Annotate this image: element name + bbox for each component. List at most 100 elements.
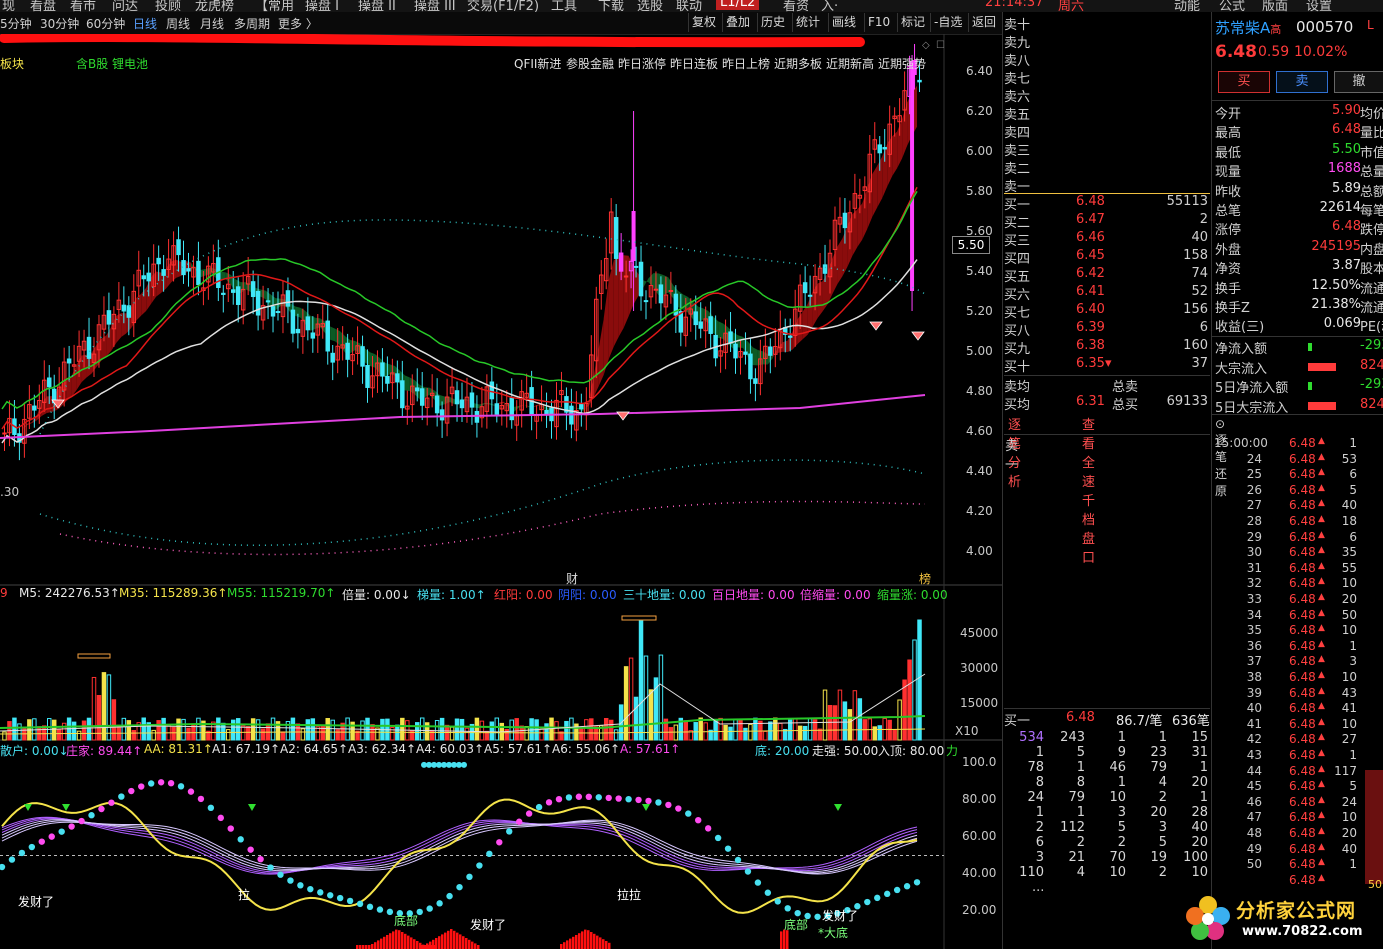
toolbar-button[interactable]: 标记 bbox=[897, 13, 928, 32]
top-menu-item[interactable]: 下载 bbox=[598, 0, 624, 12]
rank-mark[interactable]: 榜 bbox=[919, 570, 931, 587]
concept-tag[interactable]: 参股金融 bbox=[566, 55, 614, 72]
period-tab[interactable]: 月线 bbox=[200, 15, 224, 32]
candle-body bbox=[395, 373, 400, 383]
toolbar-button[interactable]: 返回 bbox=[968, 13, 999, 32]
block-tag-lithium[interactable]: 锂电池 bbox=[112, 55, 148, 72]
trend-ribbon bbox=[752, 347, 758, 366]
top-menu-item[interactable]: 投顾 bbox=[155, 0, 181, 12]
top-menu-item[interactable]: 龙虎榜 bbox=[195, 0, 234, 12]
top-menu-item[interactable]: 看盘 bbox=[30, 0, 56, 12]
sell-button[interactable]: 卖 bbox=[1276, 71, 1328, 93]
sell-level-row[interactable]: 卖八 bbox=[1004, 50, 1210, 69]
queue-cell: 8 bbox=[1035, 775, 1044, 790]
top-menu-item[interactable]: 交易(F1/F2) bbox=[467, 0, 539, 12]
toolbar-button[interactable]: 统计 bbox=[792, 13, 823, 32]
top-menu-item[interactable]: 操盘 I bbox=[305, 0, 339, 12]
period-tab[interactable]: 更多 〉 bbox=[278, 15, 318, 32]
toolbar-button[interactable]: 叠加 bbox=[722, 13, 753, 32]
top-menu-item[interactable]: 联动 bbox=[676, 0, 702, 12]
buy-level-row[interactable]: 买八 6.39 6 bbox=[1004, 320, 1210, 339]
buy-level-row[interactable]: 买五 6.42 74 bbox=[1004, 266, 1210, 285]
quote-right-label: 流通Z bbox=[1360, 301, 1383, 316]
full-orderbook-link[interactable]: 查看全速千档盘口 bbox=[1082, 414, 1095, 566]
concept-tag[interactable]: QFII新进 bbox=[514, 55, 561, 72]
concept-tag[interactable]: 昨日上榜 bbox=[722, 55, 770, 72]
toolbar-button[interactable]: 复权 bbox=[688, 13, 719, 32]
up-arrow-icon: ▲ bbox=[1318, 482, 1325, 493]
top-menu-item[interactable]: L1/L2 bbox=[716, 0, 760, 10]
concept-tag[interactable]: 近期强势 bbox=[878, 55, 926, 72]
top-menu-item[interactable]: 周六 bbox=[1058, 0, 1084, 12]
top-menu-item[interactable]: 问达 bbox=[112, 0, 138, 12]
orderbook-divider bbox=[1004, 434, 1210, 435]
volume-bar bbox=[76, 730, 82, 741]
tick-row: 47 6.48 ▲ 10 bbox=[1214, 810, 1383, 826]
kline-chart-area[interactable]: ◇ ☐ bbox=[0, 34, 1004, 949]
up-arrow-icon: ▲ bbox=[1318, 685, 1325, 696]
top-menu-item[interactable]: 版面 bbox=[1262, 0, 1288, 12]
signal-label: 底部 bbox=[784, 918, 809, 932]
toolbar-button[interactable]: -自选 bbox=[930, 13, 965, 32]
buy-level-volume: 156 bbox=[1183, 302, 1208, 317]
top-menu-item[interactable]: 看资 bbox=[783, 0, 809, 12]
buy-button[interactable]: 买 bbox=[1218, 71, 1270, 93]
period-tab[interactable]: 30分钟 bbox=[40, 15, 79, 32]
top-menu-item[interactable]: 【常用 bbox=[255, 0, 294, 12]
concept-tag[interactable]: 昨日连板 bbox=[670, 55, 718, 72]
volume-bar bbox=[454, 718, 460, 741]
top-menu-item[interactable]: 设置 bbox=[1306, 0, 1332, 12]
buy-level-row[interactable]: 买二 6.47 2 bbox=[1004, 212, 1210, 231]
buy-level-row[interactable]: 买六 6.41 52 bbox=[1004, 284, 1210, 303]
concept-tag[interactable]: 昨日涨停 bbox=[618, 55, 666, 72]
buy-level-row[interactable]: 买九 6.38 160 bbox=[1004, 338, 1210, 357]
toolbar-button[interactable]: F10 bbox=[864, 13, 893, 32]
period-tab[interactable]: 多周期 bbox=[234, 15, 270, 32]
expand-icon[interactable]: ◇ bbox=[922, 40, 930, 51]
close-icon[interactable]: ☐ bbox=[936, 40, 945, 51]
top-menu-item[interactable]: 动能 bbox=[1174, 0, 1200, 12]
sell-level-row[interactable]: 卖九 bbox=[1004, 32, 1210, 51]
buy-level-row[interactable]: 买一 6.48 55113 bbox=[1004, 194, 1210, 213]
collapse-icon[interactable]: ⊙ bbox=[1215, 417, 1225, 431]
trend-ribbon bbox=[802, 303, 808, 340]
top-menu-item[interactable]: 操盘 III bbox=[414, 0, 456, 12]
sell-level-row[interactable]: 卖七 bbox=[1004, 68, 1210, 87]
toolbar-button[interactable]: 画线 bbox=[828, 13, 859, 32]
period-tab[interactable]: 5分钟 bbox=[0, 15, 32, 32]
buy-level-row[interactable]: 买七 6.40 156 bbox=[1004, 302, 1210, 321]
period-tab[interactable]: 60分钟 bbox=[86, 15, 125, 32]
queue-cell: 10 bbox=[1109, 865, 1126, 880]
top-menu-item[interactable]: 工具 bbox=[551, 0, 577, 12]
top-menu-item[interactable]: 操盘 II bbox=[358, 0, 396, 12]
sell-level-row[interactable]: 卖六 bbox=[1004, 86, 1210, 105]
signal-label: 底部 bbox=[394, 914, 419, 928]
buy-level-row[interactable]: 买四 6.45 158 bbox=[1004, 248, 1210, 267]
sell-level-row[interactable]: 卖三 bbox=[1004, 140, 1210, 159]
concept-tag[interactable]: 近期新高 bbox=[826, 55, 874, 72]
top-menu-item[interactable]: 看市 bbox=[70, 0, 96, 12]
buy-level-row[interactable]: 买十 6.35▾ 37 bbox=[1004, 356, 1210, 375]
period-tab[interactable]: 日线 bbox=[133, 15, 157, 32]
top-menu-item[interactable]: 现 bbox=[2, 0, 15, 12]
top-menu-item[interactable]: 21:14:37 bbox=[985, 0, 1043, 10]
concept-tag[interactable]: 近期多板 bbox=[774, 55, 822, 72]
top-menu-item[interactable]: 选股 bbox=[637, 0, 663, 12]
volume-bar bbox=[151, 729, 156, 741]
toolbar-button[interactable]: 历史 bbox=[757, 13, 788, 32]
period-tab[interactable]: 周线 bbox=[166, 15, 190, 32]
sell-level-row[interactable]: 卖十 bbox=[1004, 14, 1210, 33]
volume-bar bbox=[489, 721, 495, 741]
sell-level-row[interactable]: 卖五 bbox=[1004, 104, 1210, 123]
financial-mark[interactable]: 财 bbox=[566, 570, 578, 587]
block-tag-b-share[interactable]: 含B股 bbox=[76, 55, 108, 72]
top-menu-item[interactable]: 公式 bbox=[1219, 0, 1245, 12]
tick-row: 44 6.48 ▲ 117 bbox=[1214, 764, 1383, 780]
indicator-dot bbox=[774, 898, 781, 905]
buy-level-row[interactable]: 买三 6.46 40 bbox=[1004, 230, 1210, 249]
cancel-order-button[interactable]: 撤 bbox=[1334, 71, 1383, 93]
top-menu-item[interactable]: 入· bbox=[821, 0, 838, 12]
sell-level-row[interactable]: 卖二 bbox=[1004, 158, 1210, 177]
sell-level-row[interactable]: 卖一 bbox=[1004, 176, 1210, 195]
sell-level-row[interactable]: 卖四 bbox=[1004, 122, 1210, 141]
